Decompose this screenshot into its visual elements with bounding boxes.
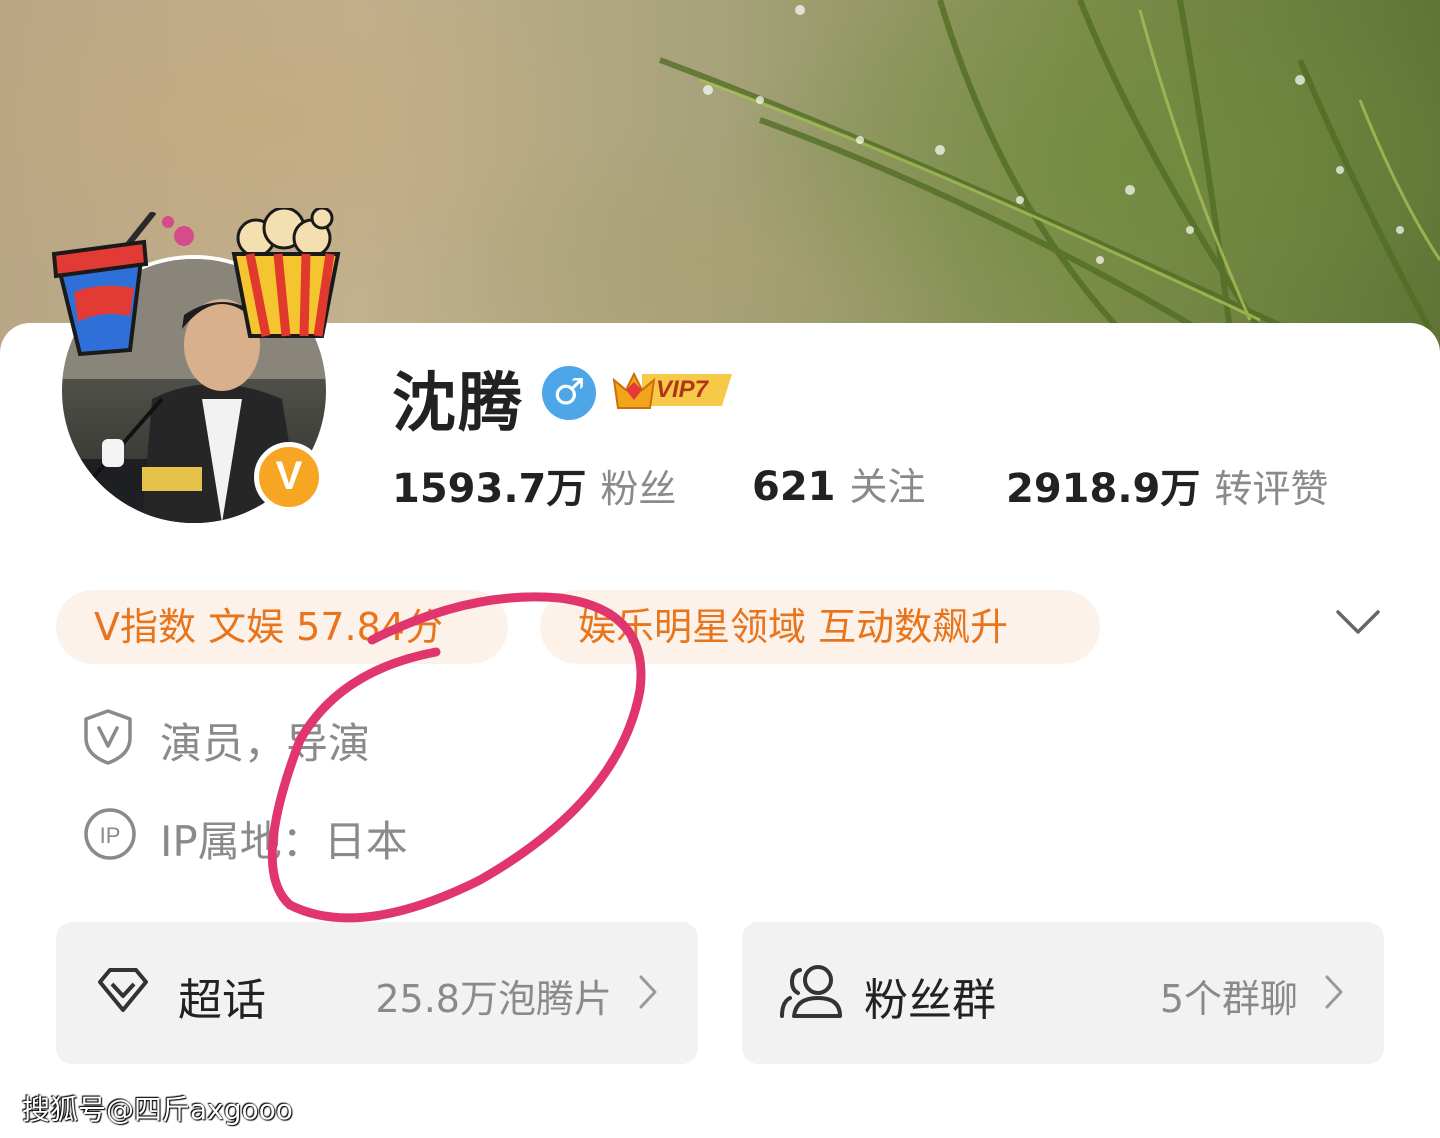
stat-label: 转评赞 xyxy=(1214,467,1329,511)
svg-text:IP: IP xyxy=(100,823,121,848)
super-topic-entry[interactable]: 超话 25.8万泡腾片 xyxy=(56,922,698,1064)
stat-value: 1593.7万 xyxy=(392,466,587,512)
chevron-right-icon xyxy=(639,975,657,1009)
stat-following[interactable]: 621 关注 xyxy=(752,456,926,511)
fan-group-label: 粉丝群 xyxy=(864,975,996,1026)
fan-group-value: 5个群聊 xyxy=(1159,977,1298,1021)
trending-tag[interactable]: 娱乐明星领域 互动数飙升 xyxy=(540,590,1100,664)
stat-followers[interactable]: 1593.7万 粉丝 xyxy=(392,456,676,514)
soda-cup-icon xyxy=(51,212,194,357)
super-topic-value: 25.8万泡腾片 xyxy=(375,977,612,1021)
stat-interactions[interactable]: 2918.9万 转评赞 xyxy=(1006,456,1328,514)
verified-badge-icon: V xyxy=(254,442,324,512)
profile-name: 沈腾 xyxy=(392,367,524,441)
chevron-right-icon xyxy=(1325,975,1343,1009)
watermark: 搜狐号@四斤axgooo xyxy=(22,1093,293,1126)
shield-v-icon xyxy=(84,709,132,765)
stat-value: 2918.9万 xyxy=(1006,466,1201,512)
v-index-tag[interactable]: V指数 文娱 57.84分 xyxy=(56,590,508,664)
chevron-down-icon[interactable] xyxy=(1336,608,1380,636)
stat-label: 粉丝 xyxy=(600,467,677,511)
fan-group-entry[interactable]: 粉丝群 5个群聊 xyxy=(742,922,1384,1064)
ip-location-text: IP属地：日本 xyxy=(160,817,408,866)
super-topic-label: 超话 xyxy=(178,975,266,1026)
stat-label: 关注 xyxy=(849,465,926,509)
diamond-icon xyxy=(98,968,148,1012)
stat-value: 621 xyxy=(752,464,836,510)
popcorn-bucket-icon xyxy=(231,208,341,338)
ip-location-icon: IP xyxy=(84,808,136,860)
vip-level-label: VIP7 xyxy=(656,376,709,403)
male-gender-icon: ♂ xyxy=(542,366,596,420)
fan-group-icon xyxy=(780,965,842,1018)
occupation-text: 演员，导演 xyxy=(160,719,371,768)
